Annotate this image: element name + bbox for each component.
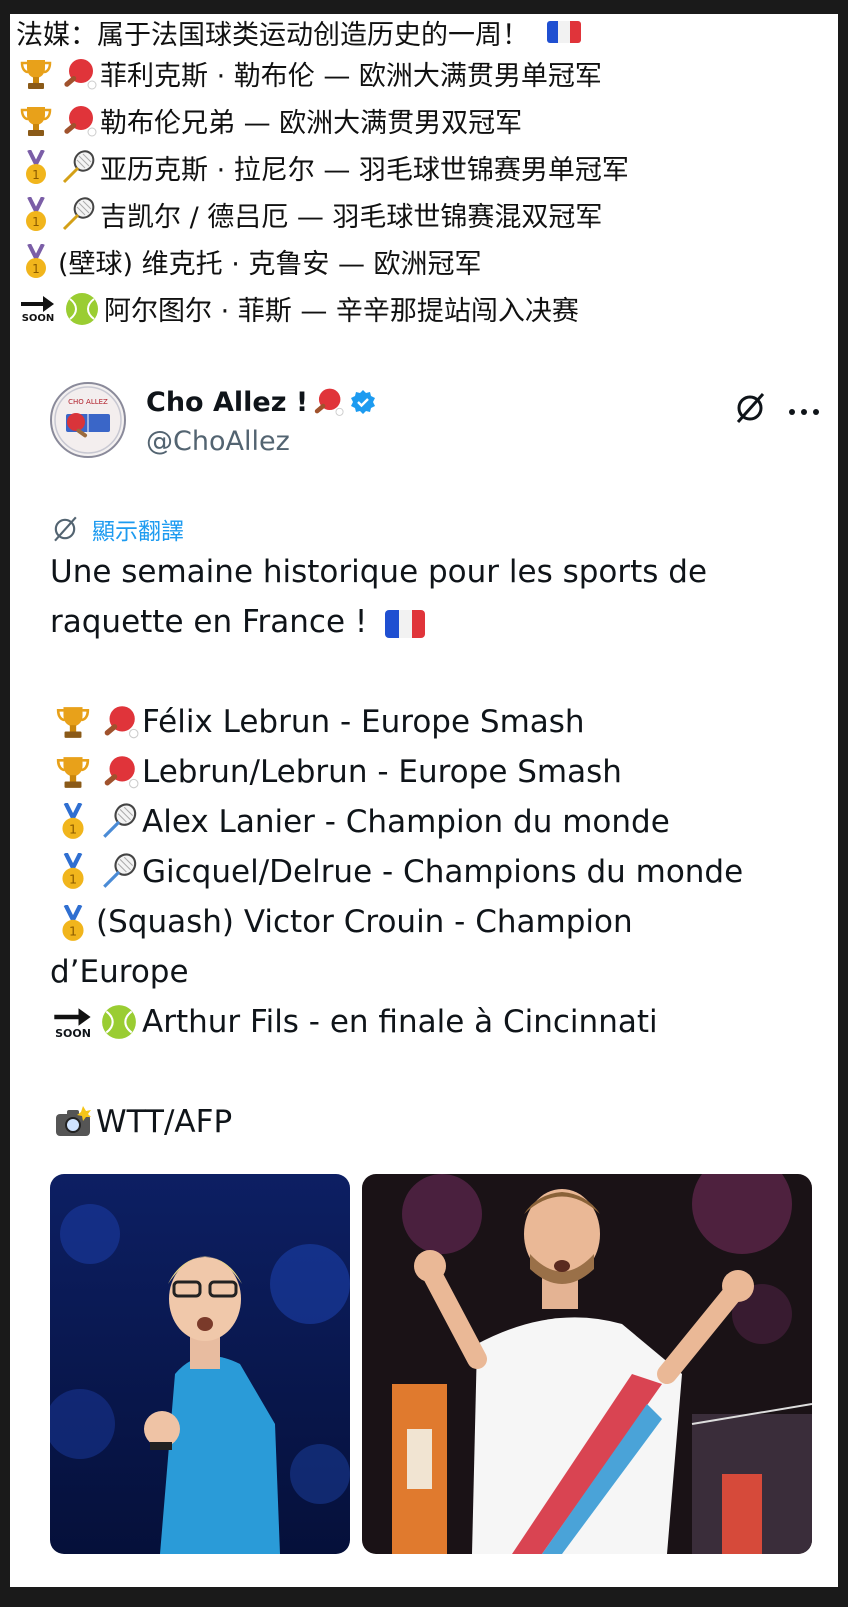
svg-text:CHO ALLEZ: CHO ALLEZ bbox=[68, 398, 108, 406]
zh-line-text: 阿尔图尔 · 菲斯 — 辛辛那提站闯入决赛 bbox=[104, 296, 579, 327]
svg-text:1: 1 bbox=[69, 822, 77, 837]
badminton-icon bbox=[58, 149, 98, 186]
ping-pong-icon bbox=[96, 752, 142, 792]
trophy-icon bbox=[50, 752, 96, 792]
tweet-line-text: Lebrun/Lebrun - Europe Smash bbox=[142, 754, 622, 790]
show-translation-link[interactable]: 顯示翻譯 bbox=[50, 512, 184, 546]
tweet-line-text: Arthur Fils - en finale à Cincinnati bbox=[142, 1004, 658, 1040]
ping-pong-icon bbox=[58, 56, 98, 92]
display-name[interactable]: Cho Allez ! bbox=[146, 386, 376, 418]
zh-line-2: 勒布伦兄弟 — 欧洲大满贯男双冠军 bbox=[16, 97, 836, 144]
zh-line-text: 吉凯尔 / 德吕厄 — 羽毛球世锦赛混双冠军 bbox=[100, 202, 603, 233]
france-flag-icon bbox=[547, 21, 581, 43]
more-options-icon[interactable] bbox=[788, 402, 820, 421]
camera-flash-icon bbox=[50, 1102, 96, 1142]
tweet-line-5: 1 (Squash) Victor Crouin - Champion d’Eur… bbox=[50, 897, 690, 997]
zh-line-1: 菲利克斯 · 勒布伦 — 欧洲大满贯男单冠军 bbox=[16, 50, 836, 97]
tweet-line-4: 1 Gicquel/Delrue - Champions du monde bbox=[50, 847, 820, 897]
zh-line-3: 1 亚历克斯 · 拉尼尔 — 羽毛球世锦赛男单冠军 bbox=[16, 144, 836, 191]
media-photo-badminton[interactable] bbox=[362, 1174, 812, 1554]
zh-line-text: 菲利克斯 · 勒布伦 — 欧洲大满贯男单冠军 bbox=[100, 61, 602, 92]
post-title-text: 法媒：属于法国球类运动创造历史的一周！ bbox=[16, 19, 529, 51]
gold-medal-icon: 1 bbox=[16, 149, 56, 186]
tweet-line-1: Félix Lebrun - Europe Smash bbox=[50, 697, 820, 747]
verified-badge-icon bbox=[350, 389, 376, 415]
soon-arrow-icon: SOON bbox=[50, 1002, 96, 1042]
zh-line-text: 勒布伦兄弟 — 欧洲大满贯男双冠军 bbox=[100, 108, 523, 139]
badminton-icon bbox=[96, 852, 142, 892]
soon-label: SOON bbox=[21, 312, 55, 324]
grok-icon[interactable] bbox=[732, 390, 768, 430]
tweet-line-6: SOON Arthur Fils - en finale à Cincinnat… bbox=[50, 997, 820, 1047]
trophy-icon bbox=[50, 702, 96, 742]
trophy-icon bbox=[16, 103, 56, 139]
tweet-line-text: (Squash) Victor Crouin - Champion d’Euro… bbox=[50, 904, 633, 990]
zh-line-text: 亚历克斯 · 拉尼尔 — 羽毛球世锦赛男单冠军 bbox=[100, 155, 629, 186]
photo-credit-text: WTT/AFP bbox=[96, 1104, 233, 1140]
tweet-line-3: 1 Alex Lanier - Champion du monde bbox=[50, 797, 820, 847]
photo-credit: WTT/AFP bbox=[50, 1097, 820, 1147]
tweet-line-text: Félix Lebrun - Europe Smash bbox=[142, 704, 585, 740]
tweet-line-2: Lebrun/Lebrun - Europe Smash bbox=[50, 747, 820, 797]
gold-medal-icon: 1 bbox=[50, 852, 96, 892]
tweet-line-text: Alex Lanier - Champion du monde bbox=[142, 804, 670, 840]
screenshot-frame: 法媒：属于法国球类运动创造历史的一周！ 菲利克斯 · 勒布伦 — 欧洲大满贯男单… bbox=[10, 14, 838, 1587]
svg-text:1: 1 bbox=[32, 215, 40, 229]
svg-text:1: 1 bbox=[32, 168, 40, 182]
zh-line-4: 1 吉凯尔 / 德吕厄 — 羽毛球世锦赛混双冠军 bbox=[16, 191, 836, 238]
svg-text:1: 1 bbox=[69, 923, 77, 938]
post-title: 法媒：属于法国球类运动创造历史的一周！ bbox=[16, 14, 836, 51]
tweet-intro: Une semaine historique pour les sports d… bbox=[50, 547, 770, 647]
svg-text:1: 1 bbox=[32, 262, 40, 276]
avatar[interactable]: CHO ALLEZ bbox=[50, 382, 126, 458]
tweet-line-text: Gicquel/Delrue - Champions du monde bbox=[142, 854, 744, 890]
svg-text:1: 1 bbox=[69, 872, 77, 887]
france-flag-icon bbox=[385, 609, 426, 638]
gold-medal-icon: 1 bbox=[50, 802, 96, 842]
badminton-icon bbox=[58, 196, 98, 233]
zh-line-6: SOON 阿尔图尔 · 菲斯 — 辛辛那提站闯入决赛 bbox=[16, 285, 836, 332]
handle[interactable]: @ChoAllez bbox=[146, 426, 290, 457]
gold-medal-icon: 1 bbox=[16, 196, 56, 233]
ping-pong-icon bbox=[96, 702, 142, 742]
chinese-post: 法媒：属于法国球类运动创造历史的一周！ 菲利克斯 · 勒布伦 — 欧洲大满贯男单… bbox=[16, 14, 836, 332]
zh-line-text: (壁球) 维克托 · 克鲁安 — 欧洲冠军 bbox=[58, 249, 482, 280]
tennis-ball-icon bbox=[62, 291, 102, 327]
zh-line-5: 1 (壁球) 维克托 · 克鲁安 — 欧洲冠军 bbox=[16, 238, 836, 285]
display-name-text: Cho Allez ! bbox=[146, 386, 309, 418]
soon-arrow-icon: SOON bbox=[16, 291, 60, 327]
tweet-intro-text: Une semaine historique pour les sports d… bbox=[50, 554, 708, 640]
tweet-body: Une semaine historique pour les sports d… bbox=[50, 547, 820, 1147]
ping-pong-icon bbox=[58, 103, 98, 139]
gold-medal-icon: 1 bbox=[50, 904, 96, 944]
badminton-icon bbox=[96, 802, 142, 842]
translate-label: 顯示翻譯 bbox=[92, 519, 184, 545]
trophy-icon bbox=[16, 56, 56, 92]
ping-pong-icon bbox=[310, 386, 344, 418]
tennis-ball-icon bbox=[96, 1002, 142, 1042]
soon-label: SOON bbox=[55, 1026, 91, 1040]
translate-icon bbox=[50, 514, 80, 544]
gold-medal-icon: 1 bbox=[16, 243, 56, 280]
media-photo-table-tennis[interactable] bbox=[50, 1174, 350, 1554]
